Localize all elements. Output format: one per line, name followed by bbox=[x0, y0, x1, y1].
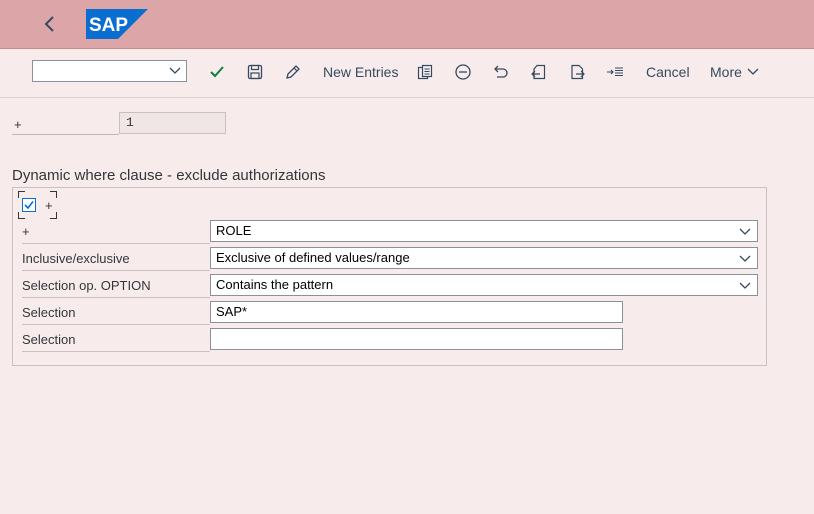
section-title: Dynamic where clause - exclude authoriza… bbox=[12, 167, 326, 184]
more-button[interactable]: More bbox=[710, 64, 759, 80]
chevron-down-icon bbox=[739, 282, 751, 289]
copy-icon[interactable] bbox=[416, 63, 434, 81]
selection-low-input[interactable]: SAP* bbox=[210, 301, 623, 323]
field-select-value: ROLE bbox=[216, 223, 252, 238]
header-field-divider bbox=[12, 134, 119, 135]
selection-option-select[interactable]: Contains the pattern bbox=[210, 274, 758, 296]
save-icon[interactable] bbox=[246, 63, 264, 81]
shell-bar: SAP bbox=[0, 0, 814, 49]
check-icon[interactable] bbox=[208, 63, 226, 81]
position-icon[interactable] bbox=[606, 63, 624, 81]
focus-corner bbox=[18, 191, 25, 198]
row-label-field: + bbox=[22, 221, 210, 244]
checkmark-icon bbox=[24, 201, 34, 210]
chevron-down-icon bbox=[169, 67, 181, 74]
header-field-label: + bbox=[14, 117, 22, 132]
edit-icon[interactable] bbox=[284, 63, 302, 81]
row-label-selection-low: Selection bbox=[22, 302, 210, 325]
sap-logo: SAP bbox=[86, 9, 148, 39]
chevron-down-icon bbox=[739, 255, 751, 262]
cancel-button[interactable]: Cancel bbox=[646, 64, 690, 80]
toolbar: New Entries Cancel More bbox=[0, 49, 814, 98]
field-select[interactable]: ROLE bbox=[210, 220, 758, 242]
chevron-down-icon bbox=[739, 228, 751, 235]
undo-icon[interactable] bbox=[492, 63, 510, 81]
inclusive-exclusive-select[interactable]: Exclusive of defined values/range bbox=[210, 247, 758, 269]
svg-text:SAP: SAP bbox=[89, 15, 128, 36]
selection-high-input[interactable] bbox=[210, 328, 623, 350]
selection-option-value: Contains the pattern bbox=[216, 277, 334, 292]
chevron-down-icon bbox=[747, 68, 759, 75]
focus-corner bbox=[50, 212, 57, 219]
back-icon[interactable] bbox=[38, 12, 62, 36]
command-select[interactable] bbox=[32, 60, 187, 82]
previous-entry-icon[interactable] bbox=[530, 63, 548, 81]
exclude-checkbox[interactable] bbox=[22, 198, 36, 212]
next-entry-icon[interactable] bbox=[568, 63, 586, 81]
row-label-selection-option: Selection op. OPTION bbox=[22, 275, 210, 298]
focus-corner bbox=[50, 191, 57, 198]
row-label-selection-high: Selection bbox=[22, 329, 210, 352]
more-label: More bbox=[710, 64, 742, 80]
checkbox-label: + bbox=[45, 198, 53, 213]
new-entries-button[interactable]: New Entries bbox=[323, 64, 398, 80]
focus-corner bbox=[18, 212, 25, 219]
row-label-inclusive-exclusive: Inclusive/exclusive bbox=[22, 248, 210, 271]
inclusive-exclusive-value: Exclusive of defined values/range bbox=[216, 250, 410, 265]
header-field-value: 1 bbox=[119, 112, 226, 134]
delete-icon[interactable] bbox=[454, 63, 472, 81]
